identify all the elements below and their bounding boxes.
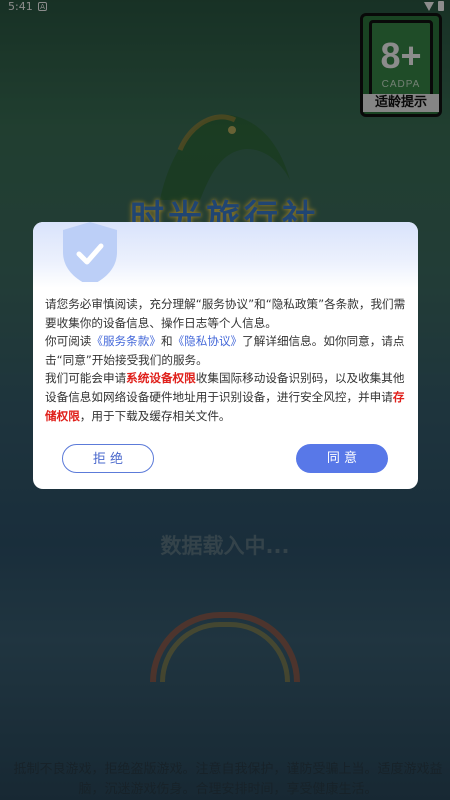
p2-text-pre: 你可阅读 [45,334,92,349]
dialog-body: 请您务必审慎阅读，充分理解“服务协议”和“隐私政策”各条款，我们需要收集你的设备… [45,295,407,425]
p2-text-mid: 和 [160,334,173,349]
privacy-dialog: 请您务必审慎阅读，充分理解“服务协议”和“隐私政策”各条款，我们需要收集你的设备… [33,222,418,489]
dialog-header [33,222,418,288]
dialog-paragraph-1: 请您务必审慎阅读，充分理解“服务协议”和“隐私政策”各条款，我们需要收集你的设备… [45,297,406,330]
dialog-paragraph-3: 我们可能会申请系统设备权限收集国际移动设备识别码，以及收集其他设备信息如网络设备… [45,369,407,425]
dialog-paragraph-2: 你可阅读《服务条款》和《隐私协议》了解详细信息。如你同意，请点击“同意”开始接受… [45,332,407,369]
p3-text-post: ，用于下载及缓存相关文件。 [79,408,231,423]
agree-button[interactable]: 同 意 [296,444,388,473]
shield-icon [63,222,117,282]
p3-text-pre: 我们可能会申请 [45,371,127,386]
privacy-policy-link[interactable]: 《隐私协议》 [173,334,243,348]
terms-of-service-link[interactable]: 《服务条款》 [91,334,161,348]
system-permission-text: 系统设备权限 [126,371,196,386]
refuse-button[interactable]: 拒 绝 [62,444,154,473]
